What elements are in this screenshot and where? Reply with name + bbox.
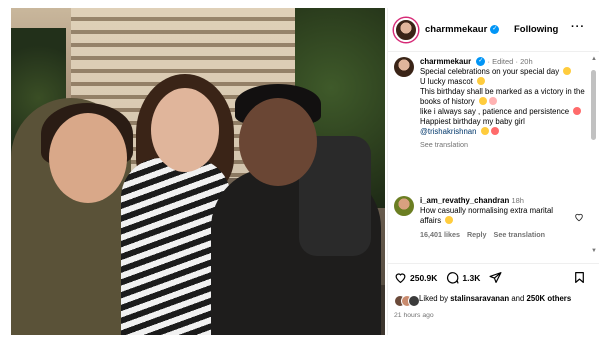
like-count: 250.9K (410, 272, 438, 283)
send-icon[interactable] (489, 271, 502, 284)
liked-by-and: and (511, 294, 525, 303)
comment-item: i_am_revathy_chandran 18h How casually n… (394, 196, 589, 240)
caption-username[interactable]: charmmekaur (420, 57, 471, 66)
scroll-up-arrow-icon[interactable]: ▲ (591, 56, 597, 62)
person-middle-face (151, 88, 219, 172)
caption-avatar[interactable] (394, 57, 414, 77)
caption-line-1: Special celebrations on your special day (420, 67, 592, 77)
liked-by-avatars[interactable] (394, 295, 420, 307)
account-avatar[interactable] (394, 17, 418, 42)
scroll-down-arrow-icon[interactable]: ▼ (591, 248, 597, 254)
verified-badge-icon: ✓ (490, 25, 500, 34)
comment-like-heart-icon[interactable] (574, 212, 584, 222)
caption-mention[interactable]: @trishakrishnan (420, 127, 476, 136)
comments-section[interactable]: charmmekaur ✓ · Edited · 20h Special cel… (388, 54, 593, 262)
smile-emoji-icon (477, 77, 486, 85)
like-action[interactable]: 250.9K (394, 271, 437, 284)
flexed-arm-emoji-icon (488, 97, 497, 105)
caption: charmmekaur ✓ · Edited · 20h Special cel… (394, 57, 592, 150)
person-left-face (49, 113, 127, 203)
caption-edited-label: Edited (492, 57, 514, 66)
post-timestamp[interactable]: 21 hours ago (394, 312, 599, 319)
liked-by-summary: Liked by stalinsaravanan and 250K others (394, 294, 599, 307)
post-side-panel: charmmekaur ✓ Following ··· charmmekaur … (387, 8, 599, 335)
comment-reply-button[interactable]: Reply (467, 230, 487, 240)
blush-emoji-icon (478, 97, 487, 105)
caption-line-2: U lucky mascot (420, 77, 592, 87)
heart-face-emoji-icon (573, 107, 582, 115)
scroll-thumb[interactable] (591, 70, 596, 140)
following-button[interactable]: Following (514, 24, 558, 35)
comment-bubble-icon[interactable] (446, 271, 459, 284)
comment-avatar[interactable] (394, 196, 414, 216)
comment-username[interactable]: i_am_revathy_chandran (420, 196, 509, 205)
smirk-emoji-icon (445, 216, 454, 224)
bookmark-icon[interactable] (573, 271, 586, 284)
verified-badge-icon: ✓ (476, 57, 486, 67)
more-options-icon[interactable]: ··· (571, 21, 585, 33)
comment-age: 18h (511, 196, 524, 205)
share-action[interactable] (489, 271, 502, 284)
blush-emoji-icon (563, 67, 572, 75)
caption-see-translation[interactable]: See translation (420, 140, 592, 150)
comment-action[interactable]: 1.3K (446, 271, 480, 284)
liked-by-prefix: Liked by (419, 294, 449, 303)
caption-age: 20h (520, 57, 533, 66)
comments-scrollbar[interactable]: ▲ ▼ (591, 56, 597, 256)
post-actions: 250.9K 1.3K Liked by stalinsaravanan and… (388, 263, 599, 319)
caption-body: charmmekaur ✓ · Edited · 20h Special cel… (420, 57, 592, 150)
caption-line-4: like i always say , patience and persist… (420, 107, 592, 117)
account-username[interactable]: charmmekaur (425, 24, 487, 35)
heart-emoji-icon (490, 127, 499, 135)
caption-line-5: Happiest birthday my baby girl (420, 117, 525, 126)
person-right-face (239, 98, 317, 186)
liked-by-user[interactable]: stalinsaravanan (450, 294, 509, 303)
smile-emoji-icon (480, 127, 489, 135)
comment-see-translation[interactable]: See translation (494, 230, 546, 240)
heart-icon[interactable] (394, 271, 407, 284)
comment-text: How casually normalising extra marital a… (420, 206, 554, 225)
comment-count: 1.3K (462, 272, 481, 283)
post-header: charmmekaur ✓ Following ··· (388, 8, 599, 52)
comment-likes[interactable]: 16,401 likes (420, 230, 460, 240)
comment-body: i_am_revathy_chandran 18h How casually n… (420, 196, 570, 240)
post-photo[interactable] (11, 8, 385, 335)
caption-line-3: This birthday shall be marked as a victo… (420, 87, 585, 106)
liked-by-others[interactable]: 250K others (527, 294, 572, 303)
